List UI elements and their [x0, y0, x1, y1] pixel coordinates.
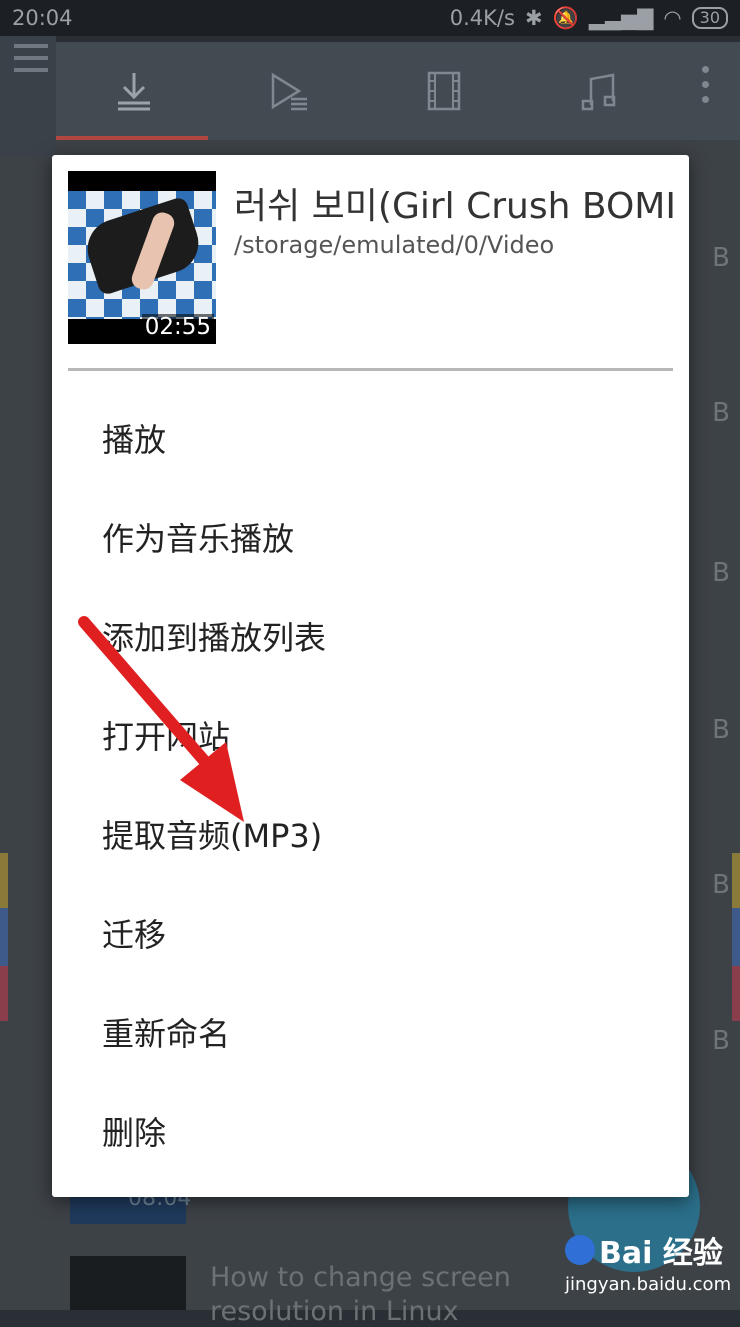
menu-icon[interactable] — [14, 44, 48, 80]
watermark-logo-text: Bai 经验 — [599, 1236, 723, 1271]
video-duration: 02:55 — [141, 314, 214, 340]
video-options-dialog: 02:55 러쉬 보미(Girl Crush BOMI) /storage/em… — [52, 155, 689, 1197]
mute-bell-icon: 🔕 — [552, 5, 579, 30]
tab-videos[interactable] — [366, 42, 521, 140]
side-strip — [0, 908, 8, 966]
video-thumbnail[interactable] — [70, 1256, 186, 1310]
menu-item-extract-audio[interactable]: 提取音频(MP3) — [52, 791, 689, 890]
side-strip — [0, 966, 8, 1021]
tab-downloads[interactable] — [56, 42, 211, 140]
watermark-url: jingyan.baidu.com — [565, 1274, 732, 1295]
baidu-watermark: Bai 经验 jingyan.baidu.com — [565, 1228, 731, 1295]
video-title[interactable]: How to change screen — [210, 1262, 511, 1293]
wifi-icon: ◠ — [663, 6, 682, 30]
status-time: 20:04 — [12, 6, 73, 30]
video-title: 러쉬 보미(Girl Crush BOMI) — [234, 186, 674, 227]
file-size-partial: B — [712, 243, 730, 273]
watermark-logo: Bai 经验 — [565, 1228, 731, 1272]
side-strip — [732, 853, 740, 908]
file-size-partial: B — [712, 715, 730, 745]
tab-playlist[interactable] — [211, 42, 366, 140]
film-icon — [427, 71, 460, 111]
download-icon — [117, 73, 150, 111]
bluetooth-icon: ✱ — [524, 6, 543, 30]
side-strip — [732, 966, 740, 1021]
menu-item-add-to-playlist[interactable]: 添加到播放列表 — [52, 593, 689, 692]
menu-item-open-website[interactable]: 打开网站 — [52, 692, 689, 791]
menu-item-move[interactable]: 迁移 — [52, 890, 689, 989]
music-note-icon — [581, 73, 615, 111]
menu-item-play[interactable]: 播放 — [52, 395, 689, 494]
active-tab-indicator — [56, 136, 208, 140]
file-size-partial: B — [712, 870, 730, 900]
menu-item-rename[interactable]: 重新命名 — [52, 989, 689, 1088]
paw-icon — [565, 1235, 595, 1265]
status-icons: 0.4K/s ✱ 🔕 ▂▃▅▇ ◠ 30 — [450, 6, 728, 31]
video-title[interactable]: resolution in Linux — [210, 1296, 459, 1327]
side-strip — [0, 853, 8, 908]
menu-item-play-as-music[interactable]: 作为音乐播放 — [52, 494, 689, 593]
tab-music[interactable] — [521, 42, 676, 140]
options-menu: 播放 作为音乐播放 添加到播放列表 打开网站 提取音频(MP3) 迁移 重新命名… — [52, 395, 689, 1187]
signal-icon: ▂▃▅▇ — [588, 6, 654, 30]
more-vert-icon[interactable] — [702, 66, 710, 111]
file-size-partial: B — [712, 558, 730, 588]
side-strip — [732, 908, 740, 966]
battery-icon: 30 — [691, 7, 728, 29]
video-thumbnail: 02:55 — [68, 171, 216, 344]
top-toolbar — [56, 42, 740, 140]
file-size-partial: B — [712, 398, 730, 428]
file-size-partial: B — [712, 1026, 730, 1056]
network-speed: 0.4K/s — [449, 6, 515, 30]
menu-item-delete[interactable]: 删除 — [52, 1088, 689, 1187]
divider — [68, 368, 673, 371]
status-bar: 20:04 0.4K/s ✱ 🔕 ▂▃▅▇ ◠ 30 — [0, 0, 740, 36]
playlist-icon — [271, 72, 307, 111]
video-path: /storage/emulated/0/Video — [234, 231, 555, 259]
